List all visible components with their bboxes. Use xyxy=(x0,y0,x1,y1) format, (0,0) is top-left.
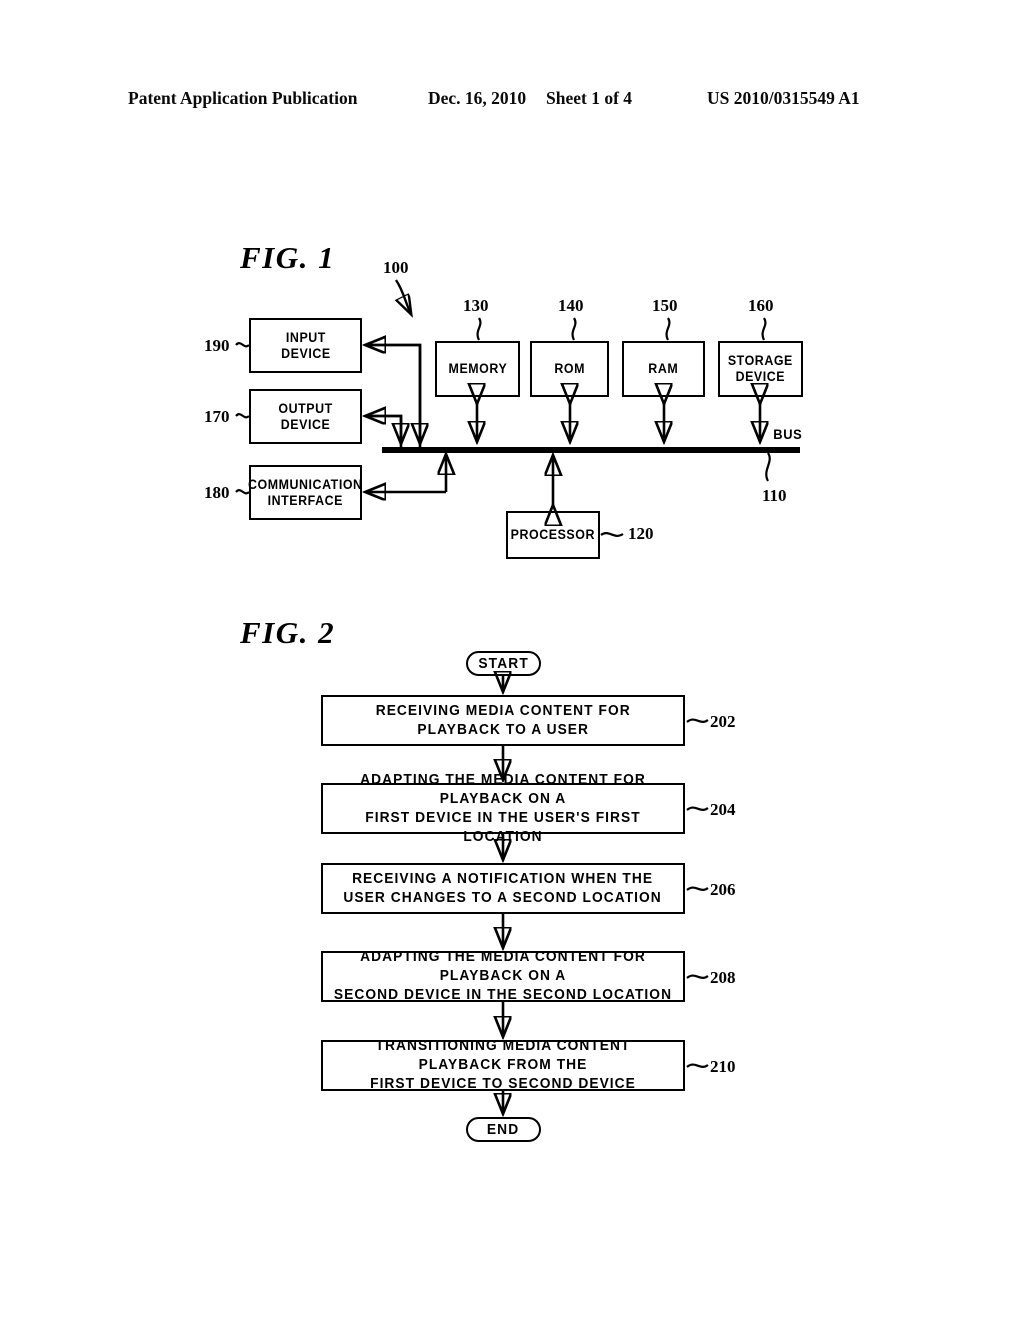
wire-input-device-to-bus xyxy=(366,345,422,447)
flowchart-step-210-label: TRANSITIONING MEDIA CONTENT PLAYBACK FRO… xyxy=(370,1038,636,1092)
reference-numeral-170: 170 xyxy=(204,407,230,426)
leader-160 xyxy=(761,317,767,341)
reference-numeral-190: 190 xyxy=(204,336,230,355)
flowchart-step-208-label: ADAPTING THE MEDIA CONTENT FOR PLAYBACK … xyxy=(333,949,673,1003)
wire-output-device-bus-arrow xyxy=(366,414,401,443)
reference-numeral-110: 110 xyxy=(762,486,787,505)
flowchart-step-206: RECEIVING A NOTIFICATION WHEN THE USER C… xyxy=(321,863,685,914)
reference-numeral-208: 208 xyxy=(710,968,736,987)
reference-numeral-210: 210 xyxy=(710,1057,736,1076)
flowchart-step-208: ADAPTING THE MEDIA CONTENT FOR PLAYBACK … xyxy=(321,949,685,1003)
flowchart-step-210: TRANSITIONING MEDIA CONTENT PLAYBACK FRO… xyxy=(321,1038,685,1092)
reference-numeral-120: 120 xyxy=(628,524,654,543)
flowchart-step-206-label: RECEIVING A NOTIFICATION WHEN THE USER C… xyxy=(343,870,663,906)
diagram-box-memory-label: MEMORY xyxy=(448,361,507,376)
reference-numeral-100: 100 xyxy=(383,258,409,277)
diagram-box-storage-device: STORAGE DEVICE xyxy=(718,341,803,397)
flowchart-step-202-label: RECEIVING MEDIA CONTENT FOR PLAYBACK TO … xyxy=(375,702,631,738)
diagram-box-communication-interface: COMMUNICATION INTERFACE xyxy=(248,465,363,520)
flowchart-start-terminal: START xyxy=(466,651,541,676)
flowchart-step-204: ADAPTING THE MEDIA CONTENT FOR PLAYBACK … xyxy=(321,772,685,845)
reference-numeral-202: 202 xyxy=(710,712,736,731)
header-publication-date: Dec. 16, 2010 xyxy=(428,88,527,108)
system-bus-line xyxy=(382,447,800,453)
wire-input-device-bus-arrow xyxy=(366,343,420,443)
leader-100 xyxy=(396,279,411,314)
flowchart-end-terminal: END xyxy=(466,1117,541,1142)
flowchart-step-204-label: ADAPTING THE MEDIA CONTENT FOR PLAYBACK … xyxy=(360,771,646,845)
leader-204 xyxy=(686,806,709,811)
reference-numeral-180: 180 xyxy=(204,483,230,502)
header-publication-title: Patent Application Publication xyxy=(128,88,358,108)
leader-202 xyxy=(686,718,709,723)
diagram-box-memory: MEMORY xyxy=(435,341,520,397)
diagram-box-input-device: INPUT DEVICE xyxy=(249,318,362,373)
reference-numeral-140: 140 xyxy=(558,296,584,315)
reference-numeral-150: 150 xyxy=(652,296,678,315)
page-header: Patent Application Publication Dec. 16, … xyxy=(0,88,1024,116)
flowchart-end-label: END xyxy=(487,1121,520,1138)
diagram-box-ram: RAM xyxy=(622,341,705,397)
leader-208 xyxy=(686,974,709,979)
leader-150 xyxy=(665,317,671,341)
leader-190 xyxy=(235,342,250,348)
diagram-box-communication-interface-label: COMMUNICATION INTERFACE xyxy=(248,476,363,508)
diagram-box-processor-label: PROCESSOR xyxy=(510,527,596,542)
figure-2-title: FIG. 2 xyxy=(240,615,336,650)
flowchart-start-label: START xyxy=(478,655,529,672)
diagram-box-output-device-label: OUTPUT DEVICE xyxy=(278,400,333,432)
flowchart-step-202: RECEIVING MEDIA CONTENT FOR PLAYBACK TO … xyxy=(321,695,685,746)
diagram-box-ram-label: RAM xyxy=(648,361,679,376)
reference-numeral-204: 204 xyxy=(710,800,736,819)
reference-numeral-206: 206 xyxy=(710,880,736,899)
leader-120 xyxy=(600,532,624,537)
leader-170 xyxy=(235,413,250,419)
diagram-box-storage-device-label: STORAGE DEVICE xyxy=(727,353,794,384)
reference-numeral-130: 130 xyxy=(463,296,489,315)
diagram-box-rom: ROM xyxy=(530,341,609,397)
diagram-box-rom-label: ROM xyxy=(554,361,585,376)
figure-1-title: FIG. 1 xyxy=(240,240,336,275)
bus-label: BUS xyxy=(773,426,803,442)
leader-206 xyxy=(686,886,709,891)
leader-130 xyxy=(476,317,482,341)
reference-numeral-160: 160 xyxy=(748,296,774,315)
diagram-box-input-device-label: INPUT DEVICE xyxy=(280,329,331,361)
header-patent-number: US 2010/0315549 A1 xyxy=(707,88,860,108)
leader-140 xyxy=(571,317,577,341)
header-sheet-number: Sheet 1 of 4 xyxy=(546,88,633,108)
diagram-box-processor: PROCESSOR xyxy=(506,511,600,559)
diagram-box-output-device: OUTPUT DEVICE xyxy=(249,389,362,444)
wire-output-device-to-bus xyxy=(366,416,403,447)
leader-210 xyxy=(686,1063,709,1068)
leader-110 xyxy=(765,452,771,482)
